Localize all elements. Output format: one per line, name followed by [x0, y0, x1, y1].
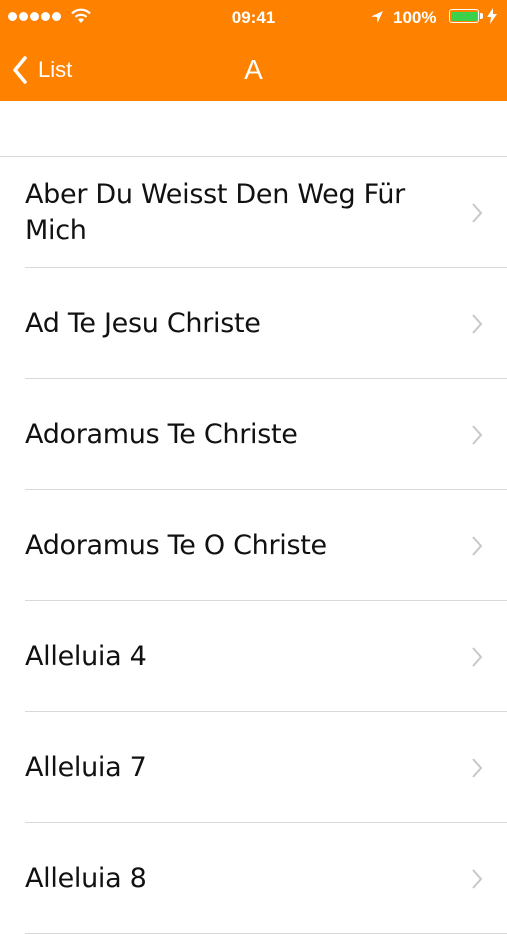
- list-item[interactable]: Alleluia 7: [0, 712, 507, 823]
- page-title: A: [244, 54, 263, 85]
- list-item-label: Ad Te Jesu Christe: [25, 307, 261, 339]
- disclosure-chevron-icon: [472, 535, 483, 556]
- list-item-label: Adoramus Te O Christe: [25, 529, 327, 561]
- list-item[interactable]: Aber Du Weisst Den Weg Für Mich: [0, 157, 507, 268]
- location-arrow-icon: [371, 11, 383, 23]
- list-item-label: Adoramus Te Christe: [25, 418, 298, 450]
- list-item[interactable]: Adoramus Te O Christe: [0, 490, 507, 601]
- disclosure-chevron-icon: [472, 868, 483, 889]
- disclosure-chevron-icon: [472, 646, 483, 667]
- charging-bolt-icon: [487, 8, 497, 24]
- battery-icon: [449, 9, 483, 23]
- battery-percentage: 100%: [393, 8, 437, 27]
- disclosure-chevron-icon: [472, 757, 483, 778]
- song-list: Aber Du Weisst Den Weg Für Mich Ad Te Je…: [0, 157, 507, 934]
- disclosure-chevron-icon: [472, 313, 483, 334]
- list-item-label: Alleluia 4: [25, 640, 147, 672]
- list-item-label: Alleluia 7: [25, 751, 147, 783]
- list-item[interactable]: Ad Te Jesu Christe: [0, 268, 507, 379]
- disclosure-chevron-icon: [472, 202, 483, 223]
- disclosure-chevron-icon: [472, 424, 483, 445]
- list-item[interactable]: Adoramus Te Christe: [0, 379, 507, 490]
- list-item-label: Alleluia 8: [25, 862, 147, 894]
- list-item[interactable]: Alleluia 8: [0, 823, 507, 934]
- list-item[interactable]: Alleluia 4: [0, 601, 507, 712]
- list-item-label: Aber Du Weisst Den Weg Für Mich: [25, 178, 405, 246]
- status-bar: 09:41 100%: [0, 0, 507, 34]
- navigation-bar: 09:41 100% List A: [0, 0, 507, 101]
